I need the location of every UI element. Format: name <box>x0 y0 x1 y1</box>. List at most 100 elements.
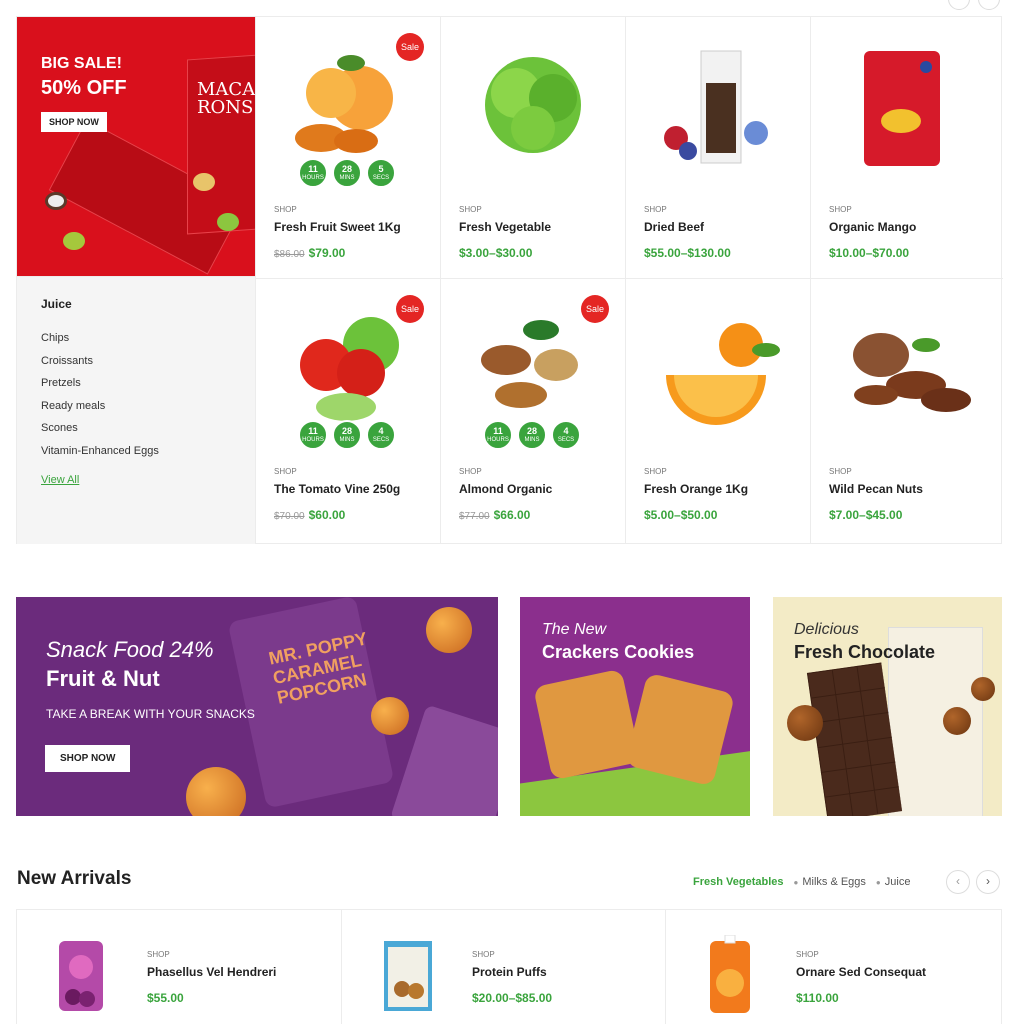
dried-beef-pack-image <box>664 50 768 164</box>
timer-secs: 4 SECS <box>551 420 581 450</box>
banner-shop-now-button[interactable]: SHOP NOW <box>45 745 131 772</box>
product-name[interactable]: Fresh Fruit Sweet 1Kg <box>274 220 401 234</box>
tab-milks-eggs[interactable]: Milks & Eggs <box>802 876 866 888</box>
macaron-box-text: MACA- RONS <box>197 79 255 118</box>
product-price: $7.00–$45.00 <box>829 508 903 522</box>
new-arrivals-list: SHOP Phasellus Vel Hendreri $55.00 SHOP … <box>16 909 1002 1024</box>
macaron-image <box>45 192 67 210</box>
tab-juice[interactable]: Juice <box>885 876 911 888</box>
crackers-banner[interactable]: The New Crackers Cookies <box>520 597 750 816</box>
category-panel: Juice Chips Croissants Pretzels Ready me… <box>17 276 255 544</box>
category-item[interactable]: Pretzels <box>41 372 159 395</box>
sale-badge: Sale <box>396 33 424 61</box>
product-name[interactable]: Wild Pecan Nuts <box>829 482 923 496</box>
banner-subtitle: Delicious <box>794 621 859 638</box>
juice-pouch-image <box>59 941 103 1011</box>
product-category[interactable]: SHOP <box>644 467 667 476</box>
timer-hours: 11 HOURS <box>298 158 328 188</box>
product-category[interactable]: SHOP <box>829 467 852 476</box>
pecan-image <box>853 333 971 412</box>
product-category[interactable]: SHOP <box>147 950 170 959</box>
product-price: $110.00 <box>796 991 839 1005</box>
product-price: $3.00–$30.00 <box>459 246 533 260</box>
almond-image <box>481 320 578 408</box>
promo-discount: 50% OFF <box>41 77 127 99</box>
timer-mins: 28 MINS <box>517 420 547 450</box>
top-prev-button[interactable] <box>948 0 970 10</box>
product-card[interactable]: Sale 11 HOURS 28 MINS 5 SECS SHOP Fresh Fru… <box>255 17 440 279</box>
timer-secs: 4 SECS <box>366 420 396 450</box>
category-item[interactable]: Chips <box>41 327 159 350</box>
old-price: $86.00 <box>274 249 305 260</box>
banner-subtitle: Snack Food 24% <box>46 637 214 662</box>
new-arrivals-title: New Arrivals <box>17 868 132 889</box>
product-category[interactable]: SHOP <box>472 950 495 959</box>
banner-title: Fresh Chocolate <box>794 642 936 662</box>
countdown-timer: 11 HOURS 28 MINS 5 SECS <box>298 158 396 188</box>
category-item[interactable]: Vitamin-Enhanced Eggs <box>41 440 159 463</box>
product-category[interactable]: SHOP <box>459 205 482 214</box>
tab-fresh-vegetables[interactable]: Fresh Vegetables <box>693 876 784 888</box>
hazelnut-image <box>943 707 971 735</box>
category-item[interactable]: Croissants <box>41 350 159 373</box>
product-price: $20.00–$85.00 <box>472 991 553 1005</box>
product-price: $5.00–$50.00 <box>644 508 718 522</box>
category-heading[interactable]: Juice <box>41 297 72 311</box>
promo-title: BIG SALE! <box>41 55 122 72</box>
product-category[interactable]: SHOP <box>796 950 819 959</box>
product-name[interactable]: Protein Puffs <box>472 965 547 979</box>
banner-subtitle: The New <box>542 621 607 638</box>
sale-badge: Sale <box>396 295 424 323</box>
macaron-image <box>63 232 85 250</box>
promo-shop-now-button[interactable]: SHOP NOW <box>41 112 107 132</box>
product-name[interactable]: Ornare Sed Consequat <box>796 965 926 979</box>
product-category[interactable]: SHOP <box>459 467 482 476</box>
timer-secs: 5 SECS <box>366 158 396 188</box>
chocolate-banner[interactable]: Delicious Fresh Chocolate <box>773 597 1002 816</box>
product-category[interactable]: SHOP <box>829 205 852 214</box>
product-category[interactable]: SHOP <box>274 467 297 476</box>
category-item[interactable]: Ready meals <box>41 395 159 418</box>
product-name[interactable]: Fresh Vegetable <box>459 220 551 234</box>
new-arrival-card[interactable]: SHOP Ornare Sed Consequat $110.00 <box>665 910 1002 1024</box>
new-arrival-card[interactable]: SHOP Protein Puffs $20.00–$85.00 <box>341 910 665 1024</box>
product-name[interactable]: Fresh Orange 1Kg <box>644 482 748 496</box>
new-arrival-card[interactable]: SHOP Phasellus Vel Hendreri $55.00 <box>17 910 341 1024</box>
product-name[interactable]: The Tomato Vine 250g <box>274 482 400 496</box>
product-card[interactable]: SHOP Fresh Vegetable $3.00–$30.00 <box>440 17 625 279</box>
product-price: $70.00 $60.00 <box>274 508 346 522</box>
banner-title: Fruit & Nut <box>46 666 160 691</box>
top-next-button[interactable] <box>978 0 1000 10</box>
product-price: $86.00 $79.00 <box>274 246 346 260</box>
product-card[interactable]: Sale 11 HOURS 28 MINS 4 SECS SHOP Almond Or… <box>440 279 625 544</box>
mango-pack-image <box>864 51 940 166</box>
countdown-timer: 11 HOURS 28 MINS 4 SECS <box>483 420 581 450</box>
view-all-link[interactable]: View All <box>41 474 79 486</box>
product-name[interactable]: Dried Beef <box>644 220 704 234</box>
product-price: $77.00 $66.00 <box>459 508 531 522</box>
product-name[interactable]: Organic Mango <box>829 220 916 234</box>
product-name[interactable]: Almond Organic <box>459 482 552 496</box>
promo-banner-macarons[interactable]: MACA- RONS BIG SALE! 50% OFF SHOP NOW <box>17 17 255 276</box>
tomato-image <box>300 317 399 421</box>
countdown-timer: 11 HOURS 28 MINS 4 SECS <box>298 420 396 450</box>
prev-arrow-icon[interactable]: ‹ <box>946 870 970 894</box>
category-item[interactable]: Scones <box>41 417 159 440</box>
popcorn-image <box>371 697 409 735</box>
next-arrow-icon[interactable]: › <box>976 870 1000 894</box>
product-category[interactable]: SHOP <box>644 205 667 214</box>
product-category[interactable]: SHOP <box>274 205 297 214</box>
snack-food-banner[interactable]: MR. POPPY CARAMEL POPCORN Snack Food 24%… <box>16 597 498 816</box>
product-name[interactable]: Phasellus Vel Hendreri <box>147 965 276 979</box>
product-card[interactable]: Sale 11 HOURS 28 MINS 4 SECS SHOP The Tomat… <box>255 279 440 544</box>
product-price: $55.00–$130.00 <box>644 246 731 260</box>
product-card[interactable]: SHOP Fresh Orange 1Kg $5.00–$50.00 <box>625 279 810 544</box>
old-price: $70.00 <box>274 511 305 522</box>
lettuce-image <box>485 57 581 153</box>
product-card[interactable]: SHOP Dried Beef $55.00–$130.00 <box>625 17 810 279</box>
timer-mins: 28 MINS <box>332 158 362 188</box>
new-arrivals-tabs: Fresh Vegetables ● Milks & Eggs ● Juice <box>693 876 910 888</box>
product-card[interactable]: SHOP Wild Pecan Nuts $7.00–$45.00 <box>810 279 1003 544</box>
banner-title: Crackers Cookies <box>542 642 695 662</box>
product-card[interactable]: SHOP Organic Mango $10.00–$70.00 <box>810 17 1003 279</box>
